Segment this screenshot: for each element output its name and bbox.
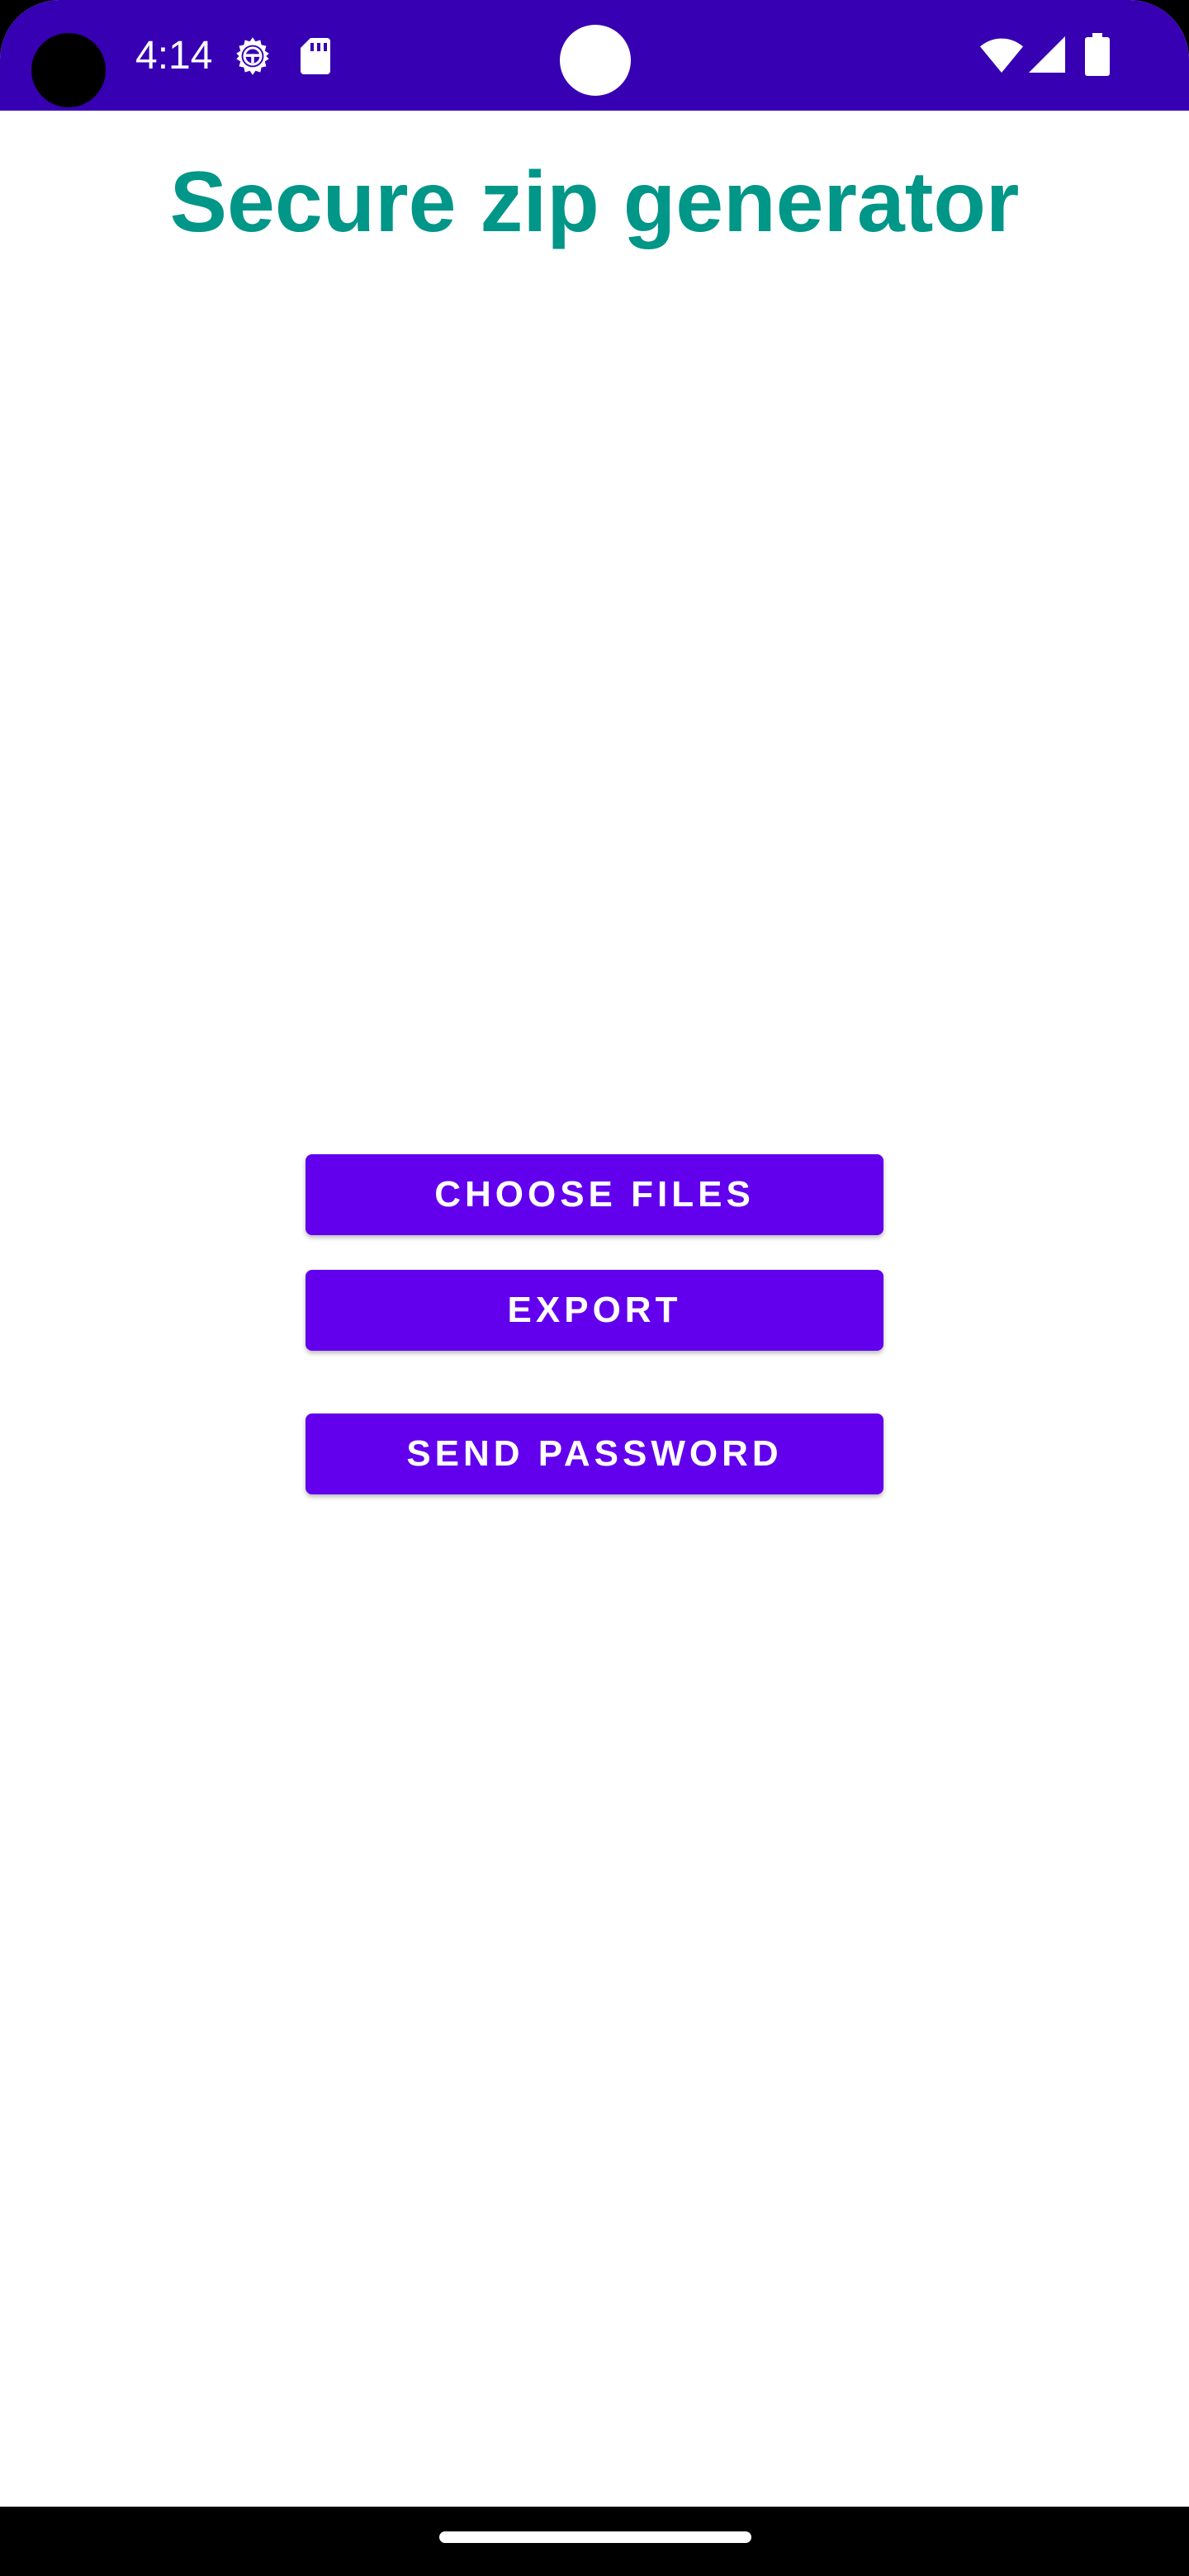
battery-icon	[1085, 33, 1110, 76]
send-password-button[interactable]: SEND PASSWORD	[306, 1413, 883, 1494]
app-screen: 4:14 Secure zip generator CHOOSE FILES E…	[0, 0, 1189, 2507]
settings-gear-icon	[236, 37, 269, 75]
cell-signal-icon	[1029, 36, 1065, 73]
home-handle[interactable]	[439, 2531, 751, 2543]
navigation-bar	[0, 2507, 1189, 2576]
choose-files-button[interactable]: CHOOSE FILES	[306, 1154, 883, 1235]
camera-cutout	[31, 33, 106, 107]
export-button[interactable]: EXPORT	[306, 1270, 883, 1351]
status-time: 4:14	[135, 34, 213, 78]
sd-card-icon	[301, 38, 330, 74]
wifi-icon	[980, 38, 1023, 73]
camera-indicator-dot	[560, 25, 631, 96]
app-title: Secure zip generator	[169, 154, 1020, 250]
status-bar: 4:14	[0, 0, 1189, 111]
